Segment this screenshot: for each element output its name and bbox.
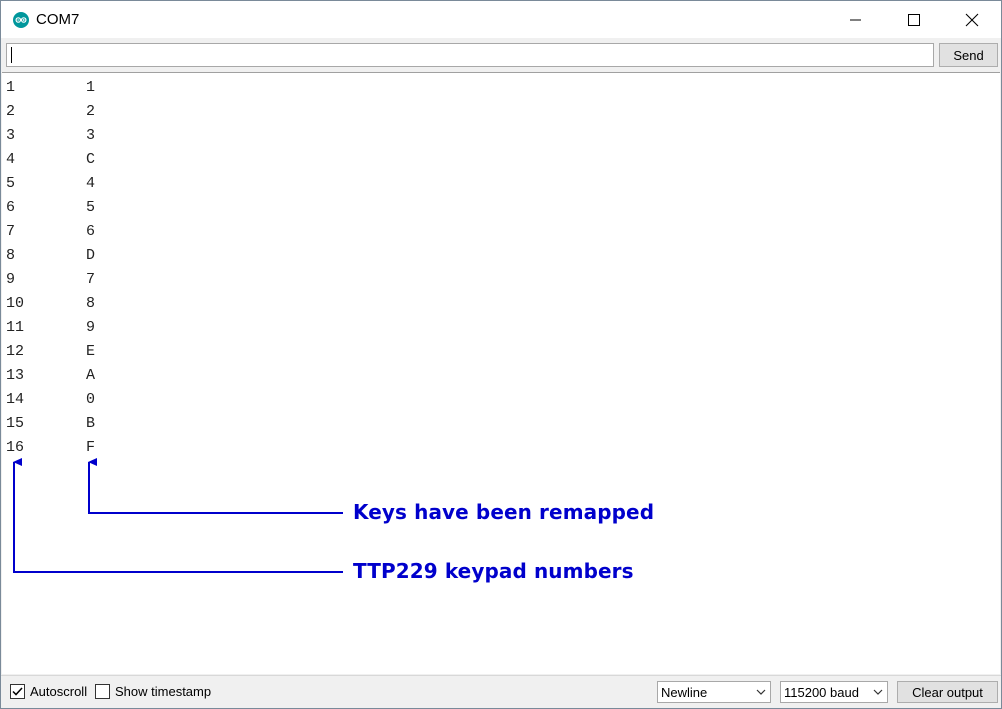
remapped-key: 4: [86, 175, 96, 192]
remapped-key: 0: [86, 391, 96, 408]
autoscroll-checkbox[interactable]: [10, 684, 25, 699]
remapped-key: A: [86, 367, 96, 384]
keypad-number: 10: [6, 295, 25, 312]
maximize-button[interactable]: [885, 1, 943, 38]
checkmark-icon: [12, 687, 23, 696]
keypad-annotation: TTP229 keypad numbers: [353, 559, 634, 583]
keypad-number: 8: [6, 247, 16, 264]
keypad-number: 5: [6, 175, 16, 192]
keypad-number: 12: [6, 343, 25, 360]
keypad-number: 7: [6, 223, 16, 240]
keypad-number: 13: [6, 367, 25, 384]
remapped-annotation: Keys have been remapped: [353, 500, 655, 524]
maximize-icon: [908, 13, 920, 26]
keypad-arrow: [13, 458, 343, 573]
keypad-number: 16: [6, 439, 25, 456]
serial-output[interactable]: Keys have been remapped TTP229 keypad nu…: [2, 72, 1000, 674]
remapped-key: 5: [86, 199, 96, 216]
remapped-key: 8: [86, 295, 96, 312]
remapped-key: 6: [86, 223, 96, 240]
remapped-key: D: [86, 247, 96, 264]
line-ending-select[interactable]: Newline: [657, 681, 771, 703]
keypad-number: 9: [6, 271, 16, 288]
remapped-key: E: [86, 343, 96, 360]
title-bar[interactable]: COM7: [1, 1, 1001, 38]
arduino-icon: [13, 12, 29, 28]
close-icon: [965, 13, 979, 26]
remapped-key: 3: [86, 127, 96, 144]
chevron-down-icon: [756, 689, 766, 695]
clear-output-button[interactable]: Clear output: [897, 681, 998, 703]
remapped-key: F: [86, 439, 96, 456]
remapped-arrow: [88, 458, 343, 514]
line-ending-value: Newline: [661, 685, 708, 700]
show-timestamp-label[interactable]: Show timestamp: [115, 684, 211, 699]
chevron-down-icon: [873, 689, 883, 695]
remapped-key: 1: [86, 79, 96, 96]
text-caret: [11, 47, 12, 63]
keypad-number: 6: [6, 199, 16, 216]
remapped-key: 2: [86, 103, 96, 120]
serial-monitor-window: COM7 Send Keys have been remapped TTP229…: [0, 0, 1002, 709]
remapped-key: 7: [86, 271, 96, 288]
remapped-key: C: [86, 151, 96, 168]
baud-rate-value: 115200 baud: [784, 685, 859, 700]
send-input[interactable]: [6, 43, 934, 67]
annotation-arrows: [13, 458, 343, 573]
keypad-number: 11: [6, 319, 25, 336]
baud-rate-select[interactable]: 115200 baud: [780, 681, 888, 703]
send-button[interactable]: Send: [939, 43, 998, 67]
show-timestamp-checkbox[interactable]: [95, 684, 110, 699]
send-bar: Send: [1, 38, 1001, 72]
remapped-key: 9: [86, 319, 96, 336]
autoscroll-label[interactable]: Autoscroll: [30, 684, 87, 699]
keypad-number: 2: [6, 103, 16, 120]
keypad-number: 15: [6, 415, 25, 432]
keypad-number: 4: [6, 151, 16, 168]
status-bar: Autoscroll Show timestamp Newline 115200…: [1, 675, 1001, 708]
keypad-number: 14: [6, 391, 25, 408]
minimize-icon: [850, 19, 861, 20]
keypad-number: 3: [6, 127, 16, 144]
minimize-button[interactable]: [827, 1, 885, 38]
remapped-key: B: [86, 415, 96, 432]
keypad-number: 1: [6, 79, 16, 96]
window-title: COM7: [36, 11, 80, 28]
close-button[interactable]: [943, 1, 1001, 38]
